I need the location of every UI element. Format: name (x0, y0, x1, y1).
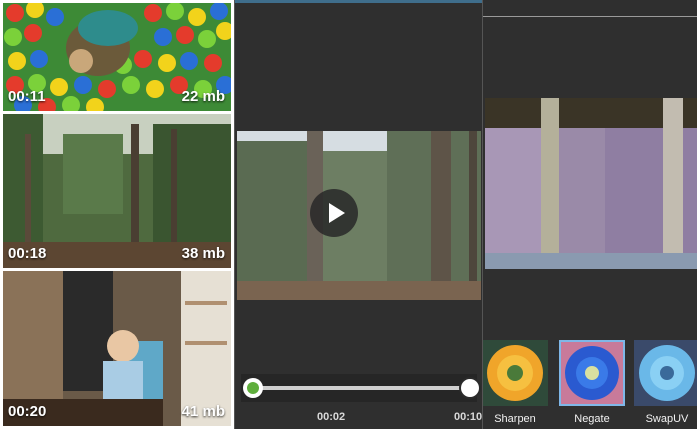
seek-end-handle[interactable] (459, 377, 481, 399)
video-thumbnail[interactable]: 00:18 38 mb (3, 114, 231, 268)
video-gallery: 00:11 22 mb 00:18 38 mb 00:20 41 mb (0, 0, 233, 429)
filter-option-negate[interactable]: Negate (559, 340, 625, 425)
seek-bar[interactable] (251, 386, 469, 390)
video-thumbnail[interactable]: 00:20 41 mb (3, 271, 231, 426)
video-thumbnail[interactable]: 00:11 22 mb (3, 3, 231, 111)
filter-option-swapuv[interactable]: SwapUV (634, 340, 697, 425)
swapuv-flower-preview (634, 340, 697, 406)
effect-preview-frame (485, 98, 697, 269)
seek-start-handle[interactable] (243, 378, 263, 398)
video-duration: 00:18 (8, 245, 47, 262)
divider (483, 16, 697, 17)
video-frame[interactable] (237, 131, 481, 300)
total-time: 00:10 (454, 411, 482, 423)
play-icon (329, 203, 345, 223)
negate-flower-preview (559, 340, 625, 406)
video-player: 00:02 00:10 (234, 0, 482, 429)
video-file-size: 38 mb (181, 245, 225, 262)
video-file-size: 41 mb (181, 403, 225, 420)
filter-label: SwapUV (645, 413, 689, 425)
sharpen-flower-preview (483, 340, 548, 406)
effects-panel: Sharpen Negate SwapUV (482, 0, 697, 429)
filter-label: Negate (574, 413, 610, 425)
negated-forest-image (485, 98, 697, 269)
play-button[interactable] (310, 189, 358, 237)
status-accent-line (235, 0, 482, 3)
video-duration: 00:20 (8, 403, 47, 420)
current-time: 00:02 (317, 411, 346, 423)
video-file-size: 22 mb (181, 88, 225, 105)
video-duration: 00:11 (8, 88, 46, 105)
filter-label: Sharpen (494, 413, 536, 425)
filter-option-sharpen[interactable]: Sharpen (483, 340, 548, 425)
forest-video-image (237, 131, 481, 300)
